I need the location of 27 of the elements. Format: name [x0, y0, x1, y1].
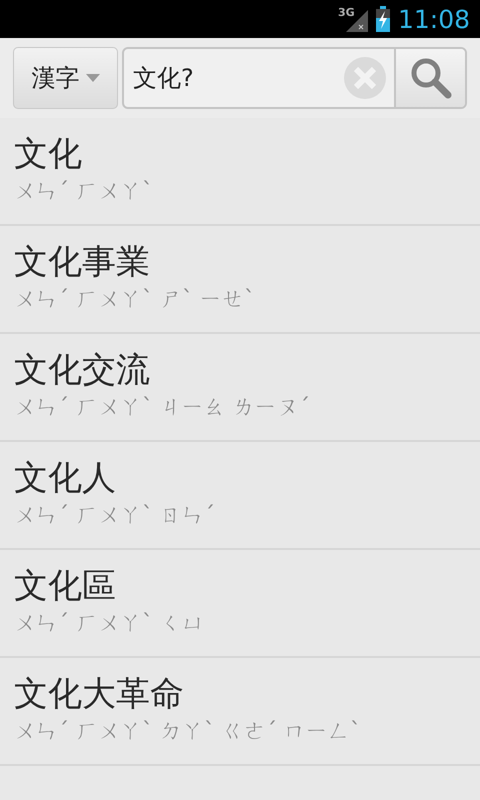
- bopomofo-reading: ㄨㄣˊ ㄏㄨㄚˋ ㄕˋ ㄧㄝˋ: [14, 286, 255, 314]
- bopomofo-reading: ㄨㄣˊ ㄏㄨㄚˋ: [14, 178, 153, 206]
- bopomofo-reading: ㄨㄣˊ ㄏㄨㄚˋ ㄐㄧㄠ ㄌㄧㄡˊ: [14, 394, 310, 422]
- mode-dropdown[interactable]: 漢字: [13, 47, 118, 109]
- headword: 文化人: [14, 457, 116, 500]
- bopomofo-reading: ㄨㄣˊ ㄏㄨㄚˋ ㄉㄚˋ ㄍㄜˊ ㄇㄧㄥˋ: [14, 718, 361, 746]
- network-type: 3G: [338, 7, 355, 18]
- headword: 文化區: [14, 565, 116, 608]
- result-item[interactable]: 文化交流 ㄨㄣˊ ㄏㄨㄚˋ ㄐㄧㄠ ㄌㄧㄡˊ: [0, 334, 480, 442]
- headword: 文化: [14, 133, 82, 176]
- result-item[interactable]: 文化事業 ㄨㄣˊ ㄏㄨㄚˋ ㄕˋ ㄧㄝˋ: [0, 226, 480, 334]
- result-item[interactable]: 文化大革命 ㄨㄣˊ ㄏㄨㄚˋ ㄉㄚˋ ㄍㄜˊ ㄇㄧㄥˋ: [0, 658, 480, 766]
- result-item[interactable]: 文化 ㄨㄣˊ ㄏㄨㄚˋ: [0, 118, 480, 226]
- result-item[interactable]: 文化人 ㄨㄣˊ ㄏㄨㄚˋ ㄖㄣˊ: [0, 442, 480, 550]
- bopomofo-reading: ㄨㄣˊ ㄏㄨㄚˋ ㄖㄣˊ: [14, 502, 215, 530]
- battery-charging-icon: [376, 6, 390, 32]
- result-item[interactable]: 文化區 ㄨㄣˊ ㄏㄨㄚˋ ㄑㄩ: [0, 550, 480, 658]
- bopomofo-reading: ㄨㄣˊ ㄏㄨㄚˋ ㄑㄩ: [14, 610, 204, 638]
- headword: 文化大革命: [14, 673, 184, 716]
- dropdown-arrow-icon: [86, 74, 100, 82]
- headword: 文化事業: [14, 241, 150, 284]
- clock: 11:08: [398, 6, 470, 32]
- search-icon: [410, 57, 452, 99]
- headword: 文化交流: [14, 349, 150, 392]
- search-button[interactable]: [394, 49, 465, 107]
- search-box[interactable]: 文化?: [122, 47, 467, 109]
- search-field[interactable]: 文化?: [124, 60, 344, 96]
